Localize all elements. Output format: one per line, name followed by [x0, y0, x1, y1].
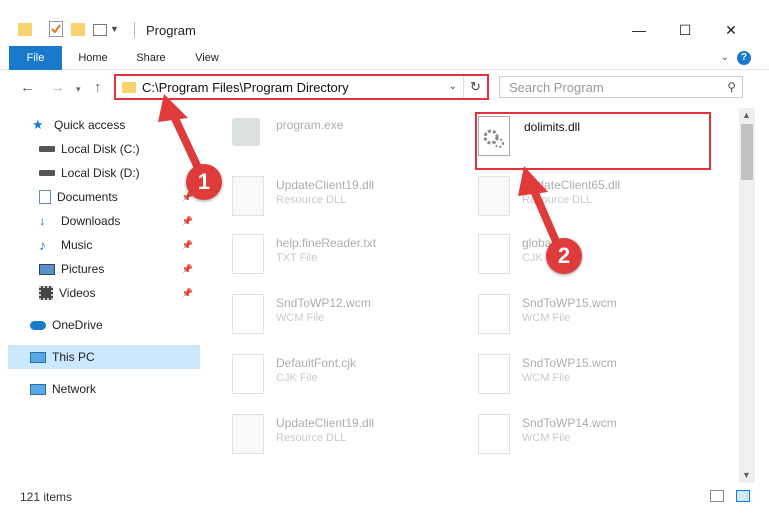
arrow-2: [518, 166, 562, 250]
arrow-1: [158, 94, 204, 176]
annotation-arrows: [158, 94, 562, 250]
step-1-badge: 1: [186, 164, 222, 200]
step-2-badge: 2: [546, 238, 582, 274]
